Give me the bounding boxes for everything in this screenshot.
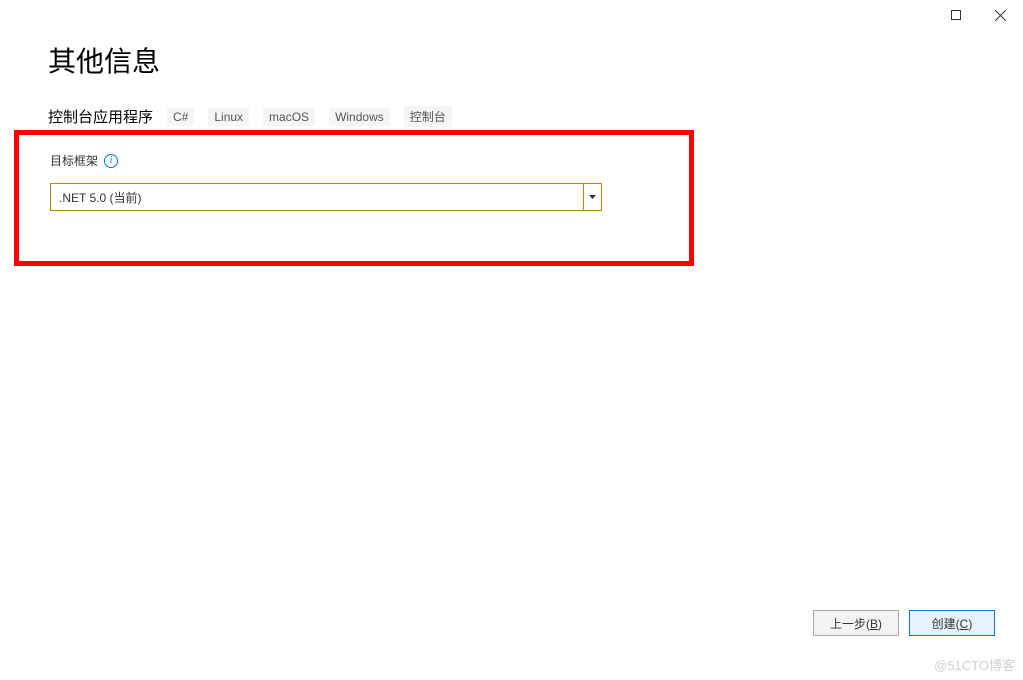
tag: C# <box>167 108 194 126</box>
target-framework-label: 目标框架 <box>50 152 98 169</box>
close-icon <box>995 10 1006 21</box>
tag: 控制台 <box>404 106 452 127</box>
target-framework-select[interactable]: .NET 5.0 (当前) <box>50 183 602 211</box>
template-name: 控制台应用程序 <box>48 106 153 127</box>
close-button[interactable] <box>978 0 1023 30</box>
info-icon[interactable]: i <box>104 154 118 168</box>
back-button-label: 上一步(B) <box>830 615 882 632</box>
target-framework-value: .NET 5.0 (当前) <box>51 184 583 210</box>
maximize-button[interactable] <box>933 0 978 30</box>
dropdown-caret <box>583 184 601 210</box>
tag: macOS <box>263 108 315 126</box>
chevron-down-icon <box>589 195 596 199</box>
watermark: @51CTO博客 <box>934 655 1015 674</box>
field-label-row: 目标框架 i <box>50 152 610 169</box>
target-framework-field: 目标框架 i .NET 5.0 (当前) <box>50 152 610 211</box>
window-controls <box>933 0 1023 30</box>
footer-buttons: 上一步(B) 创建(C) <box>813 610 995 636</box>
create-button[interactable]: 创建(C) <box>909 610 995 636</box>
maximize-icon <box>951 10 961 20</box>
subtitle-row: 控制台应用程序 C# Linux macOS Windows 控制台 <box>48 106 452 127</box>
back-button[interactable]: 上一步(B) <box>813 610 899 636</box>
tag: Linux <box>208 108 249 126</box>
page-title: 其他信息 <box>48 40 160 80</box>
tag: Windows <box>329 108 390 126</box>
create-button-label: 创建(C) <box>932 615 973 632</box>
